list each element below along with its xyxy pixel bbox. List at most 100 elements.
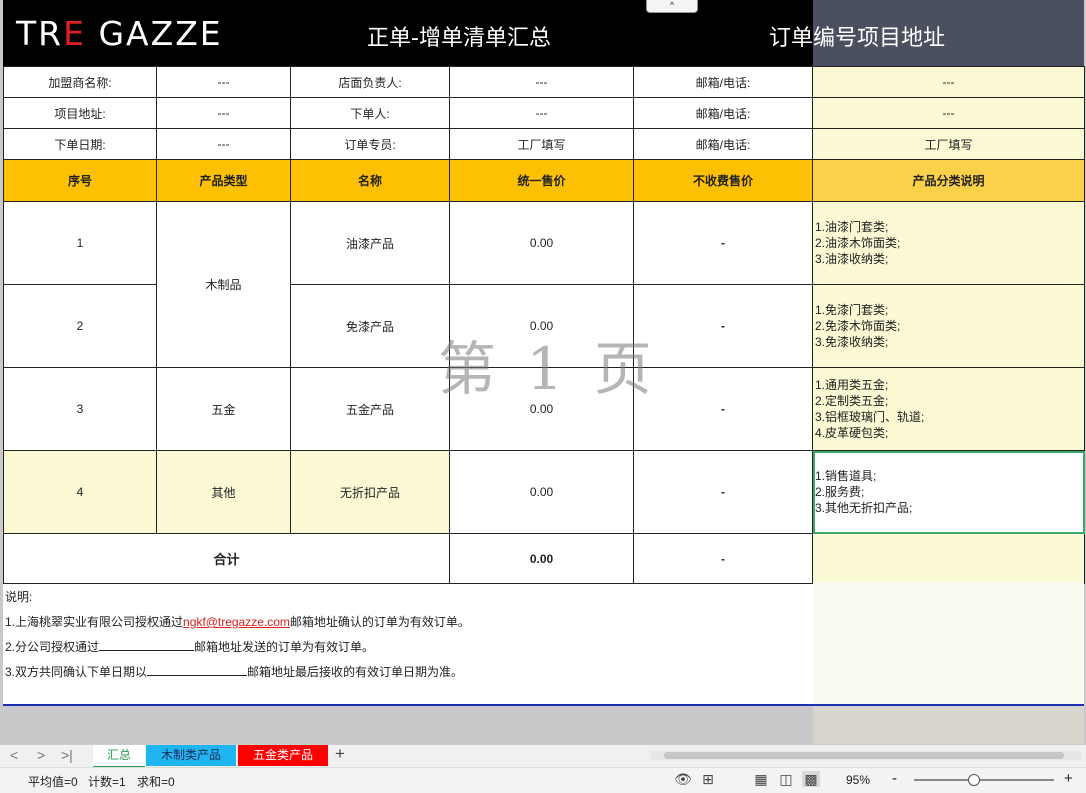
zoom-out-icon[interactable]: -	[892, 770, 897, 787]
tab-hardware-products[interactable]: 五金类产品	[238, 745, 328, 766]
eye-protection-icon[interactable]: 👁	[674, 771, 692, 787]
cell-name[interactable]: 五金产品	[290, 367, 450, 451]
col-header-no[interactable]: 序号	[3, 159, 157, 202]
col-header-description[interactable]: 产品分类说明	[812, 159, 1085, 202]
status-sum: 求和=0	[137, 775, 175, 789]
notes-right-shade	[813, 582, 1084, 704]
cell-name[interactable]: 免漆产品	[290, 284, 450, 368]
page-layout-icon[interactable]: ◫	[777, 771, 795, 787]
freeze-panes-icon[interactable]: ⊞	[699, 771, 717, 787]
prev-sheet-icon[interactable]: <	[10, 747, 18, 763]
cell-value[interactable]: ---	[449, 97, 634, 129]
cell-price[interactable]: 0.00	[449, 201, 634, 285]
zoom-in-icon[interactable]: +	[1064, 770, 1073, 787]
notes-title[interactable]: 说明:	[5, 588, 32, 605]
cell-free-price[interactable]: -	[633, 450, 813, 534]
cell-no[interactable]: 2	[3, 284, 157, 368]
cell-type-wood[interactable]: 木制品	[156, 201, 291, 368]
desc-line: 1.销售道具;	[815, 469, 877, 483]
cell-value[interactable]: ---	[156, 97, 291, 129]
note-text: 邮箱地址最后接收的有效订单日期为准。	[247, 665, 464, 679]
note-line-2[interactable]: 2.分公司授权通过 邮箱地址发送的订单为有效订单。	[5, 638, 374, 655]
total-price[interactable]: 0.00	[449, 533, 634, 584]
cell-description[interactable]: 1.油漆门套类; 2.油漆木饰面类; 3.油漆收纳类;	[812, 201, 1085, 285]
cell-value[interactable]: 工厂填写	[812, 128, 1085, 160]
table-row: 4 其他 无折扣产品 0.00 - 1.销售道具; 2.服务费; 3.其他无折扣…	[3, 450, 1085, 534]
sheet-title: 正单-增单清单汇总	[367, 26, 551, 51]
cell-value[interactable]: ---	[449, 66, 634, 98]
note-line-3[interactable]: 3.双方共同确认下单日期以 邮箱地址最后接收的有效订单日期为准。	[5, 663, 463, 680]
desc-line: 3.铝框玻璃门、轨道;	[815, 410, 925, 424]
sheet-header: TRE GAZZE 正单-增单清单汇总 订单编号项目地址 ^	[3, 0, 1084, 66]
cell-label[interactable]: 加盟商名称:	[3, 66, 157, 98]
selected-cell-description[interactable]: 1.销售道具; 2.服务费; 3.其他无折扣产品;	[812, 450, 1085, 534]
cell-label[interactable]: 店面负责人:	[290, 66, 450, 98]
cell-no[interactable]: 1	[3, 201, 157, 285]
tab-wood-products[interactable]: 木制类产品	[146, 745, 236, 766]
zoom-slider-knob[interactable]	[967, 774, 980, 786]
cell-type[interactable]: 五金	[156, 367, 291, 451]
note-line-1[interactable]: 1.上海桃翠实业有限公司授权通过ngkf@tregazze.com邮箱地址确认的…	[5, 613, 470, 630]
logo-text-right: GAZZE	[85, 14, 223, 53]
brand-logo: TRE GAZZE	[16, 14, 223, 53]
note-text: 邮箱地址发送的订单为有效订单。	[194, 640, 375, 654]
cell-value[interactable]: ---	[812, 97, 1085, 129]
cell-name[interactable]: 无折扣产品	[290, 450, 450, 534]
total-empty-cell[interactable]	[812, 533, 1085, 584]
cell-value[interactable]: ---	[156, 128, 291, 160]
cell-value[interactable]: ---	[812, 66, 1085, 98]
total-free-price[interactable]: -	[633, 533, 813, 584]
cell-free-price[interactable]: -	[633, 367, 813, 451]
logo-text-left: TR	[16, 14, 64, 53]
note-text: 邮箱地址确认的订单为有效订单。	[289, 615, 470, 629]
cell-description[interactable]: 1.免漆门套类; 2.免漆木饰面类; 3.免漆收纳类;	[812, 284, 1085, 368]
cell-label[interactable]: 邮箱/电话:	[633, 66, 813, 98]
cell-description[interactable]: 1.通用类五金; 2.定制类五金; 3.铝框玻璃门、轨道; 4.皮革硬包类;	[812, 367, 1085, 451]
horizontal-scrollbar[interactable]	[650, 751, 1082, 760]
tab-summary[interactable]: 汇总	[93, 745, 145, 768]
cell-label[interactable]: 邮箱/电话:	[633, 128, 813, 160]
status-average: 平均值=0	[28, 775, 78, 789]
cell-no[interactable]: 3	[3, 367, 157, 451]
info-row-address: 项目地址: --- 下单人: --- 邮箱/电话: ---	[3, 97, 1085, 129]
desc-line: 2.定制类五金;	[815, 394, 889, 408]
cell-type[interactable]: 其他	[156, 450, 291, 534]
note-email-link[interactable]: ngkf@tregazze.com	[183, 615, 290, 629]
cell-label[interactable]: 下单日期:	[3, 128, 157, 160]
add-sheet-icon[interactable]: +	[335, 744, 345, 764]
last-sheet-icon[interactable]: >|	[61, 747, 73, 763]
status-bar: 平均值=0 计数=1 求和=0 👁 ⊞ ▦ ◫ ▩ 95% - +	[0, 767, 1086, 793]
cell-label[interactable]: 下单人:	[290, 97, 450, 129]
col-header-name[interactable]: 名称	[290, 159, 450, 202]
collapse-icon[interactable]: ^	[646, 0, 698, 13]
desc-line: 4.皮革硬包类;	[815, 426, 889, 440]
cell-label[interactable]: 订单专员:	[290, 128, 450, 160]
order-project-title: 订单编号项目地址	[769, 26, 946, 51]
desc-line: 1.通用类五金;	[815, 378, 889, 392]
normal-view-icon[interactable]: ▦	[752, 771, 770, 787]
next-sheet-icon[interactable]: >	[37, 747, 45, 763]
zoom-level[interactable]: 95%	[846, 773, 870, 787]
col-header-price[interactable]: 统一售价	[449, 159, 634, 202]
cell-label[interactable]: 邮箱/电话:	[633, 97, 813, 129]
cell-name[interactable]: 油漆产品	[290, 201, 450, 285]
cell-free-price[interactable]: -	[633, 201, 813, 285]
cell-no[interactable]: 4	[3, 450, 157, 534]
col-header-free-price[interactable]: 不收费售价	[633, 159, 813, 202]
col-header-type[interactable]: 产品类型	[156, 159, 291, 202]
cell-price[interactable]: 0.00	[449, 450, 634, 534]
info-row-franchisee: 加盟商名称: --- 店面负责人: --- 邮箱/电话: ---	[3, 66, 1085, 98]
page-break-preview-icon[interactable]: ▩	[802, 771, 820, 787]
page-watermark: 第 1 页	[438, 335, 658, 403]
cell-free-price[interactable]: -	[633, 284, 813, 368]
total-label[interactable]: 合计	[3, 533, 450, 584]
cell-value[interactable]: ---	[156, 66, 291, 98]
scrollbar-thumb[interactable]	[664, 752, 1064, 759]
cell-label[interactable]: 项目地址:	[3, 97, 157, 129]
desc-line: 3.油漆收纳类;	[815, 252, 889, 266]
cell-value[interactable]: 工厂填写	[449, 128, 634, 160]
column-header-row: 序号 产品类型 名称 统一售价 不收费售价 产品分类说明	[3, 159, 1085, 202]
outside-print-area	[813, 706, 1084, 744]
desc-line: 1.免漆门套类;	[815, 303, 889, 317]
zoom-slider[interactable]	[914, 774, 1054, 786]
